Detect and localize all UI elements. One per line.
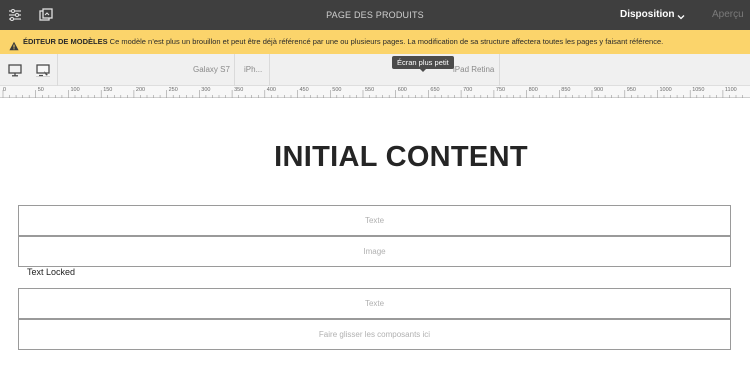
warning-title: ÉDITEUR DE MODÈLES: [23, 37, 108, 46]
smaller-screen-tooltip: Écran plus petit: [392, 56, 454, 69]
template-editor-warning: ÉDITEUR DE MODÈLES Ce modèle n’est plus …: [0, 30, 750, 54]
drop-components-zone[interactable]: Faire glisser les composants ici: [18, 319, 731, 350]
ruler-label: 1100: [724, 87, 737, 93]
emulator-ruler: 0 50 100 150 200 250 300 350 400 450 500 550 600 650 7…: [0, 86, 750, 98]
text-component-placeholder-2[interactable]: Texte: [18, 288, 731, 319]
ruler-label: 650: [430, 87, 440, 93]
ruler-label: 100: [70, 87, 80, 93]
tooltip-arrow: [420, 69, 426, 72]
ruler-label: 400: [266, 87, 276, 93]
ruler-label: 300: [201, 87, 211, 93]
image-component-placeholder[interactable]: Image: [18, 236, 731, 267]
ruler-label: 150: [103, 87, 113, 93]
ruler-label: 50: [37, 87, 44, 93]
preview-button[interactable]: Aperçu: [712, 0, 744, 30]
ruler-label: 500: [332, 87, 342, 93]
locked-text-component: Text Locked: [27, 267, 76, 277]
toolbar-divider: [57, 54, 58, 86]
chevron-down-icon[interactable]: [676, 9, 686, 20]
ruler-label: 900: [594, 87, 604, 93]
ruler-label: 250: [168, 87, 178, 93]
ruler-ticks: [2, 90, 743, 98]
ruler-label: 1050: [692, 87, 705, 93]
toolbar-divider: [234, 54, 235, 86]
ruler-label: 450: [299, 87, 309, 93]
ruler-label: 800: [528, 87, 538, 93]
initial-content-heading[interactable]: INITIAL CONTENT: [0, 141, 750, 174]
editor-header: PAGE DES PRODUITS Disposition Aperçu: [0, 0, 750, 30]
mode-selector[interactable]: Disposition: [620, 0, 674, 30]
toolbar-divider: [499, 54, 500, 86]
warning-icon: [9, 37, 19, 51]
ruler-label: 700: [463, 87, 473, 93]
ruler-label: 200: [135, 87, 146, 93]
ruler-label: 350: [234, 87, 244, 93]
device-ipad-retina[interactable]: iPad Retina: [453, 54, 494, 86]
ruler-label: 1000: [659, 87, 672, 93]
ruler-label: 850: [561, 87, 571, 93]
toolbar-divider: [269, 54, 270, 86]
ruler-label: 950: [626, 87, 636, 93]
device-galaxy-s7[interactable]: Galaxy S7: [193, 54, 230, 86]
emulator-toolbar: Galaxy S7 iPh... iPad Retina Écran plus …: [0, 54, 750, 86]
text-component-placeholder[interactable]: Texte: [18, 205, 731, 236]
ruler-label: 0: [3, 87, 7, 93]
desktop-icon[interactable]: [8, 63, 22, 77]
ruler-label: 600: [397, 87, 407, 93]
device-ruler-icon[interactable]: [36, 63, 50, 77]
device-iphone[interactable]: iPh...: [244, 54, 262, 86]
ruler-label: 750: [495, 87, 506, 93]
ruler-label: 550: [365, 87, 375, 93]
warning-body: Ce modèle n’est plus un brouillon et peu…: [107, 37, 664, 46]
warning-message: ÉDITEUR DE MODÈLES Ce modèle n’est plus …: [23, 30, 663, 54]
